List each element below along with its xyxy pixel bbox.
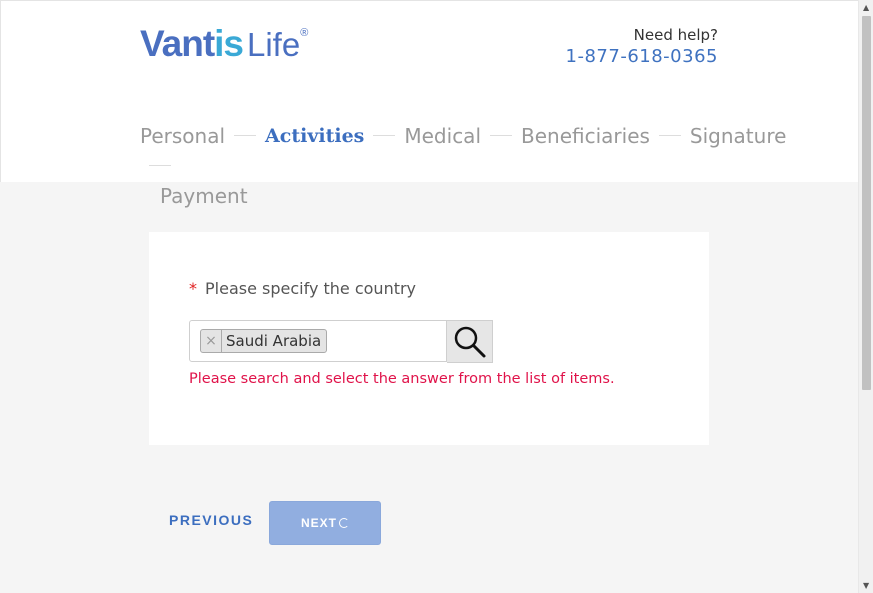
loading-spinner-icon [339,518,349,528]
search-button[interactable] [447,320,493,363]
scroll-up-arrow-icon[interactable]: ▲ [863,3,869,12]
remove-tag-button[interactable]: × [201,330,222,352]
vantis-life-logo[interactable]: Vantis Life® [140,23,309,64]
step-activities[interactable]: Activities [265,121,364,151]
country-select-input[interactable]: × Saudi Arabia [189,320,447,362]
scroll-down-arrow-icon[interactable]: ▼ [863,581,869,590]
step-medical[interactable]: Medical [404,121,481,151]
search-icon [454,326,485,357]
step-personal[interactable]: Personal [140,121,225,151]
help-phone-link[interactable]: 1-877-618-0365 [566,46,718,67]
page-header: Vantis Life® Need help? 1-877-618-0365 Pe… [0,0,858,208]
next-button-label: NEXT [300,516,337,530]
logo-text-vant: Vant [140,23,215,64]
question-card: * Please specify the country × Saudi Arab… [149,232,709,445]
help-label: Need help? [633,26,718,44]
selected-country-text: Saudi Arabia [226,332,322,350]
step-beneficiaries[interactable]: Beneficiaries [521,121,650,151]
help-contact: Need help? 1-877-618-0365 [566,26,718,67]
step-separator [658,135,681,136]
step-separator [149,165,171,166]
step-payment[interactable]: Payment [160,181,248,211]
registered-mark: ® [300,27,309,39]
logo-text-is: is [214,23,244,64]
next-button[interactable]: NEXT [269,501,381,545]
previous-button[interactable]: PREVIOUS [169,512,253,528]
error-message: Please search and select the answer from… [189,371,615,387]
logo-text-life: Life [247,26,301,63]
progress-steps: Personal Activities Medical Beneficiaries Si… [140,121,800,211]
required-marker: * [189,279,197,298]
question-text: Please specify the country [205,279,417,298]
selected-country-tag: × Saudi Arabia [200,329,328,353]
scroll-thumb[interactable] [862,16,871,390]
step-separator [373,135,396,136]
step-separator [490,135,512,136]
vertical-scrollbar[interactable]: ▲ ▼ [858,0,873,593]
step-separator [234,135,257,136]
step-signature[interactable]: Signature [690,121,786,151]
question-label: * Please specify the country [189,279,416,298]
